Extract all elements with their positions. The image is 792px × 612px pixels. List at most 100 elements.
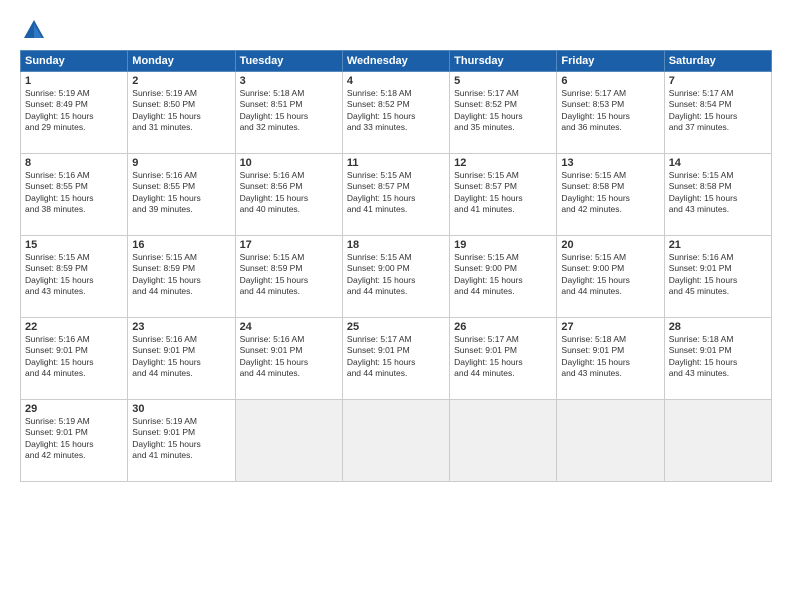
day-number: 14 [669, 157, 767, 169]
calendar-week-row: 15Sunrise: 5:15 AM Sunset: 8:59 PM Dayli… [21, 236, 772, 318]
day-number: 18 [347, 239, 445, 251]
calendar-cell: 25Sunrise: 5:17 AM Sunset: 9:01 PM Dayli… [342, 318, 449, 400]
day-number: 20 [561, 239, 659, 251]
calendar-week-row: 29Sunrise: 5:19 AM Sunset: 9:01 PM Dayli… [21, 400, 772, 482]
calendar-cell: 7Sunrise: 5:17 AM Sunset: 8:54 PM Daylig… [664, 72, 771, 154]
calendar-cell: 19Sunrise: 5:15 AM Sunset: 9:00 PM Dayli… [450, 236, 557, 318]
calendar-cell: 8Sunrise: 5:16 AM Sunset: 8:55 PM Daylig… [21, 154, 128, 236]
day-detail: Sunrise: 5:16 AM Sunset: 9:01 PM Dayligh… [240, 334, 338, 380]
logo-icon [20, 16, 48, 44]
day-detail: Sunrise: 5:19 AM Sunset: 8:49 PM Dayligh… [25, 88, 123, 134]
day-detail: Sunrise: 5:19 AM Sunset: 9:01 PM Dayligh… [132, 416, 230, 462]
calendar-cell: 3Sunrise: 5:18 AM Sunset: 8:51 PM Daylig… [235, 72, 342, 154]
calendar-cell: 4Sunrise: 5:18 AM Sunset: 8:52 PM Daylig… [342, 72, 449, 154]
calendar-cell: 13Sunrise: 5:15 AM Sunset: 8:58 PM Dayli… [557, 154, 664, 236]
calendar-cell: 22Sunrise: 5:16 AM Sunset: 9:01 PM Dayli… [21, 318, 128, 400]
day-detail: Sunrise: 5:16 AM Sunset: 8:55 PM Dayligh… [25, 170, 123, 216]
day-number: 1 [25, 75, 123, 87]
calendar-day-header: Friday [557, 51, 664, 72]
logo [20, 16, 52, 44]
calendar-header-row: SundayMondayTuesdayWednesdayThursdayFrid… [21, 51, 772, 72]
day-detail: Sunrise: 5:15 AM Sunset: 9:00 PM Dayligh… [454, 252, 552, 298]
calendar-cell: 6Sunrise: 5:17 AM Sunset: 8:53 PM Daylig… [557, 72, 664, 154]
day-detail: Sunrise: 5:15 AM Sunset: 8:58 PM Dayligh… [561, 170, 659, 216]
day-number: 5 [454, 75, 552, 87]
calendar-day-header: Wednesday [342, 51, 449, 72]
day-number: 17 [240, 239, 338, 251]
calendar-cell: 5Sunrise: 5:17 AM Sunset: 8:52 PM Daylig… [450, 72, 557, 154]
calendar-cell: 12Sunrise: 5:15 AM Sunset: 8:57 PM Dayli… [450, 154, 557, 236]
calendar-cell: 11Sunrise: 5:15 AM Sunset: 8:57 PM Dayli… [342, 154, 449, 236]
day-number: 13 [561, 157, 659, 169]
day-number: 24 [240, 321, 338, 333]
calendar-day-header: Thursday [450, 51, 557, 72]
calendar-day-header: Monday [128, 51, 235, 72]
day-number: 15 [25, 239, 123, 251]
day-detail: Sunrise: 5:15 AM Sunset: 8:57 PM Dayligh… [454, 170, 552, 216]
day-detail: Sunrise: 5:17 AM Sunset: 9:01 PM Dayligh… [347, 334, 445, 380]
day-number: 25 [347, 321, 445, 333]
calendar-cell: 21Sunrise: 5:16 AM Sunset: 9:01 PM Dayli… [664, 236, 771, 318]
calendar-cell: 28Sunrise: 5:18 AM Sunset: 9:01 PM Dayli… [664, 318, 771, 400]
day-number: 6 [561, 75, 659, 87]
calendar-cell [342, 400, 449, 482]
day-number: 3 [240, 75, 338, 87]
day-detail: Sunrise: 5:15 AM Sunset: 9:00 PM Dayligh… [561, 252, 659, 298]
day-number: 2 [132, 75, 230, 87]
day-number: 19 [454, 239, 552, 251]
calendar-table: SundayMondayTuesdayWednesdayThursdayFrid… [20, 50, 772, 482]
header [20, 16, 772, 44]
day-detail: Sunrise: 5:17 AM Sunset: 8:53 PM Dayligh… [561, 88, 659, 134]
calendar-day-header: Saturday [664, 51, 771, 72]
day-detail: Sunrise: 5:18 AM Sunset: 8:52 PM Dayligh… [347, 88, 445, 134]
calendar-cell [664, 400, 771, 482]
calendar-cell: 24Sunrise: 5:16 AM Sunset: 9:01 PM Dayli… [235, 318, 342, 400]
calendar-cell: 20Sunrise: 5:15 AM Sunset: 9:00 PM Dayli… [557, 236, 664, 318]
calendar-day-header: Sunday [21, 51, 128, 72]
calendar-day-header: Tuesday [235, 51, 342, 72]
calendar-cell: 16Sunrise: 5:15 AM Sunset: 8:59 PM Dayli… [128, 236, 235, 318]
day-detail: Sunrise: 5:15 AM Sunset: 8:58 PM Dayligh… [669, 170, 767, 216]
day-detail: Sunrise: 5:15 AM Sunset: 8:59 PM Dayligh… [240, 252, 338, 298]
day-number: 21 [669, 239, 767, 251]
calendar-cell: 9Sunrise: 5:16 AM Sunset: 8:55 PM Daylig… [128, 154, 235, 236]
calendar-cell [450, 400, 557, 482]
calendar-week-row: 8Sunrise: 5:16 AM Sunset: 8:55 PM Daylig… [21, 154, 772, 236]
calendar-week-row: 22Sunrise: 5:16 AM Sunset: 9:01 PM Dayli… [21, 318, 772, 400]
calendar-cell: 2Sunrise: 5:19 AM Sunset: 8:50 PM Daylig… [128, 72, 235, 154]
calendar-cell: 17Sunrise: 5:15 AM Sunset: 8:59 PM Dayli… [235, 236, 342, 318]
calendar-cell: 10Sunrise: 5:16 AM Sunset: 8:56 PM Dayli… [235, 154, 342, 236]
calendar-cell: 18Sunrise: 5:15 AM Sunset: 9:00 PM Dayli… [342, 236, 449, 318]
day-number: 29 [25, 403, 123, 415]
day-number: 8 [25, 157, 123, 169]
calendar-cell: 27Sunrise: 5:18 AM Sunset: 9:01 PM Dayli… [557, 318, 664, 400]
calendar-cell: 14Sunrise: 5:15 AM Sunset: 8:58 PM Dayli… [664, 154, 771, 236]
calendar-cell: 30Sunrise: 5:19 AM Sunset: 9:01 PM Dayli… [128, 400, 235, 482]
calendar-week-row: 1Sunrise: 5:19 AM Sunset: 8:49 PM Daylig… [21, 72, 772, 154]
day-detail: Sunrise: 5:18 AM Sunset: 8:51 PM Dayligh… [240, 88, 338, 134]
day-number: 9 [132, 157, 230, 169]
calendar-cell: 1Sunrise: 5:19 AM Sunset: 8:49 PM Daylig… [21, 72, 128, 154]
day-detail: Sunrise: 5:18 AM Sunset: 9:01 PM Dayligh… [669, 334, 767, 380]
day-number: 27 [561, 321, 659, 333]
calendar-cell [235, 400, 342, 482]
day-number: 22 [25, 321, 123, 333]
calendar-cell: 23Sunrise: 5:16 AM Sunset: 9:01 PM Dayli… [128, 318, 235, 400]
day-number: 7 [669, 75, 767, 87]
day-detail: Sunrise: 5:17 AM Sunset: 8:54 PM Dayligh… [669, 88, 767, 134]
day-detail: Sunrise: 5:16 AM Sunset: 9:01 PM Dayligh… [25, 334, 123, 380]
calendar-cell [557, 400, 664, 482]
calendar-cell: 29Sunrise: 5:19 AM Sunset: 9:01 PM Dayli… [21, 400, 128, 482]
day-number: 12 [454, 157, 552, 169]
day-detail: Sunrise: 5:15 AM Sunset: 8:59 PM Dayligh… [25, 252, 123, 298]
day-detail: Sunrise: 5:18 AM Sunset: 9:01 PM Dayligh… [561, 334, 659, 380]
day-detail: Sunrise: 5:16 AM Sunset: 9:01 PM Dayligh… [132, 334, 230, 380]
day-detail: Sunrise: 5:15 AM Sunset: 8:57 PM Dayligh… [347, 170, 445, 216]
day-detail: Sunrise: 5:15 AM Sunset: 8:59 PM Dayligh… [132, 252, 230, 298]
day-number: 28 [669, 321, 767, 333]
day-detail: Sunrise: 5:17 AM Sunset: 8:52 PM Dayligh… [454, 88, 552, 134]
day-number: 16 [132, 239, 230, 251]
day-detail: Sunrise: 5:19 AM Sunset: 9:01 PM Dayligh… [25, 416, 123, 462]
day-detail: Sunrise: 5:17 AM Sunset: 9:01 PM Dayligh… [454, 334, 552, 380]
calendar-cell: 15Sunrise: 5:15 AM Sunset: 8:59 PM Dayli… [21, 236, 128, 318]
